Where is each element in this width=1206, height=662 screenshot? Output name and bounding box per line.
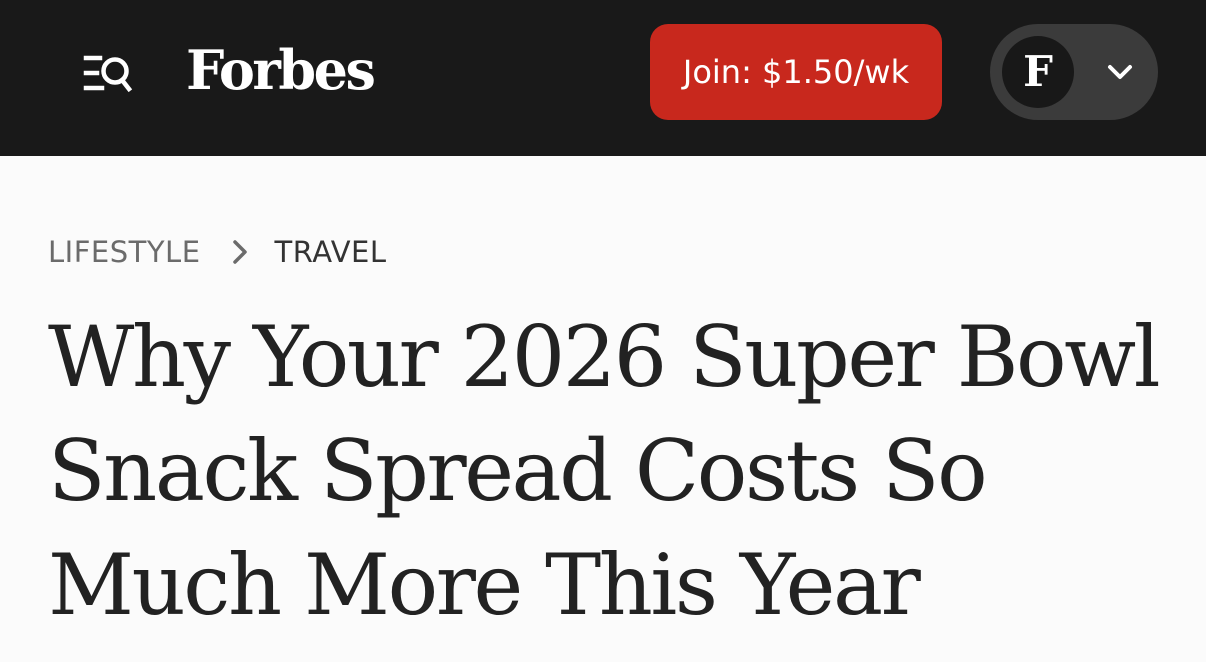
join-subscription-button[interactable]: Join: $1.50/wk	[650, 24, 942, 120]
account-menu-button[interactable]: F	[990, 24, 1158, 120]
breadcrumb: LIFESTYLE TRAVEL	[48, 230, 387, 274]
menu-search-icon	[83, 55, 133, 93]
avatar: F	[1002, 36, 1074, 108]
menu-search-button[interactable]	[80, 50, 136, 96]
article-headline: Why Your 2026 Super Bowl Snack Spread Co…	[48, 308, 1161, 634]
chevron-right-icon	[232, 240, 247, 264]
chevron-down-icon	[1108, 65, 1132, 79]
top-header: Forbes Join: $1.50/wk F	[0, 0, 1206, 156]
breadcrumb-item-lifestyle[interactable]: LIFESTYLE	[48, 235, 201, 269]
breadcrumb-item-travel[interactable]: TRAVEL	[275, 235, 387, 269]
forbes-logo[interactable]: Forbes	[186, 36, 376, 104]
